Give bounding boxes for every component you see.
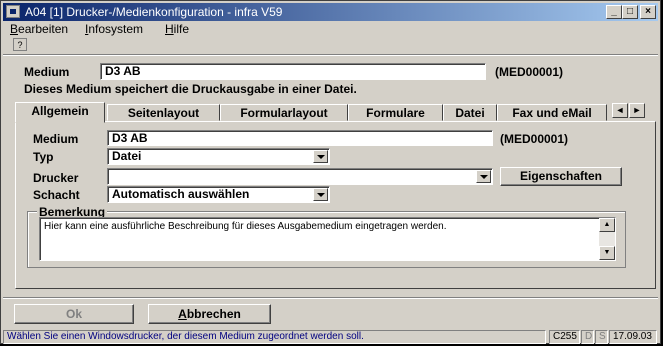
menu-bearbeiten-accel: B (10, 22, 19, 36)
menu-bearbeiten[interactable]: Bearbeiten (10, 22, 68, 36)
medium-code: (MED00001) (500, 132, 569, 146)
status-message: Wählen Sie einen Windowsdrucker, der die… (3, 330, 546, 344)
menu-infosystem[interactable]: Infosystem (85, 22, 143, 36)
app-icon[interactable] (6, 5, 20, 18)
header-description: Dieses Medium speichert die Druckausgabe… (24, 82, 357, 96)
maximize-button[interactable]: □ (622, 5, 638, 19)
chevron-down-icon[interactable] (313, 188, 328, 201)
status-bar: Wählen Sie einen Windowsdrucker, der die… (3, 330, 658, 345)
status-date: 17.09.03 (609, 330, 657, 344)
menu-hilfe-label: ilfe (173, 22, 190, 36)
header-medium-field: D3 AB (100, 63, 486, 80)
drucker-combo[interactable] (107, 168, 493, 185)
chevron-down-icon[interactable] (476, 170, 491, 183)
status-flag-s: S (595, 330, 608, 344)
medium-field[interactable]: D3 AB (107, 130, 493, 146)
ok-button[interactable]: Ok (14, 304, 134, 324)
typ-combo[interactable]: Datei (107, 148, 330, 165)
header-medium-code: (MED00001) (495, 65, 564, 79)
status-flag-d: D (581, 330, 594, 344)
tab-datei[interactable]: Datei (443, 104, 497, 121)
menu-hilfe-accel: H (165, 22, 174, 36)
status-code: C255 (549, 330, 580, 344)
tab-formularlayout[interactable]: Formularlayout (220, 104, 348, 121)
close-button[interactable]: × (640, 5, 656, 19)
tab-seitenlayout[interactable]: Seitenlayout (107, 104, 220, 121)
title-bar[interactable]: A04 [1] Drucker-/Medienkonfiguration - i… (3, 3, 658, 21)
bemerkung-textarea[interactable]: Hier kann eine ausführliche Beschreibung… (39, 217, 616, 261)
bemerkung-text: Hier kann eine ausführliche Beschreibung… (44, 221, 447, 232)
scroll-down-icon[interactable]: ▼ (599, 246, 615, 260)
menu-bearbeiten-label: earbeiten (18, 22, 69, 36)
cancel-button-accel: A (178, 307, 187, 321)
window-title: A04 [1] Drucker-/Medienkonfiguration - i… (25, 5, 283, 19)
menu-hilfe[interactable]: Hilfe (165, 22, 189, 36)
schacht-label: Schacht (33, 188, 80, 202)
scroll-up-icon[interactable]: ▲ (599, 218, 615, 232)
schacht-combo[interactable]: Automatisch auswählen (107, 186, 330, 203)
tab-scroll-left-icon[interactable]: ◄ (612, 103, 628, 118)
bemerkung-scrollbar[interactable]: ▲ ▼ (599, 218, 615, 260)
tab-fax-und-email[interactable]: Fax und eMail (497, 104, 607, 121)
application-window: A04 [1] Drucker-/Medienkonfiguration - i… (0, 0, 661, 344)
drucker-label: Drucker (33, 171, 79, 185)
tab-allgemein[interactable]: Allgemein (15, 102, 105, 123)
minimize-button[interactable]: _ (606, 5, 622, 19)
toolbar-divider (3, 54, 658, 56)
cancel-button-label: bbrechen (186, 307, 241, 321)
medium-label: Medium (33, 132, 79, 146)
typ-value: Datei (112, 149, 142, 163)
typ-label: Typ (33, 150, 54, 164)
tab-formulare[interactable]: Formulare (348, 104, 443, 121)
schacht-value: Automatisch auswählen (112, 187, 250, 201)
eigenschaften-button[interactable]: Eigenschaften (500, 167, 622, 186)
button-divider (3, 297, 658, 299)
menu-infosystem-label: nfosystem (88, 22, 144, 36)
help-icon[interactable]: ? (13, 38, 27, 51)
cancel-button[interactable]: Abbrechen (148, 304, 271, 324)
tab-scroll-right-icon[interactable]: ► (629, 103, 645, 118)
header-medium-label: Medium (24, 65, 70, 79)
chevron-down-icon[interactable] (313, 150, 328, 163)
